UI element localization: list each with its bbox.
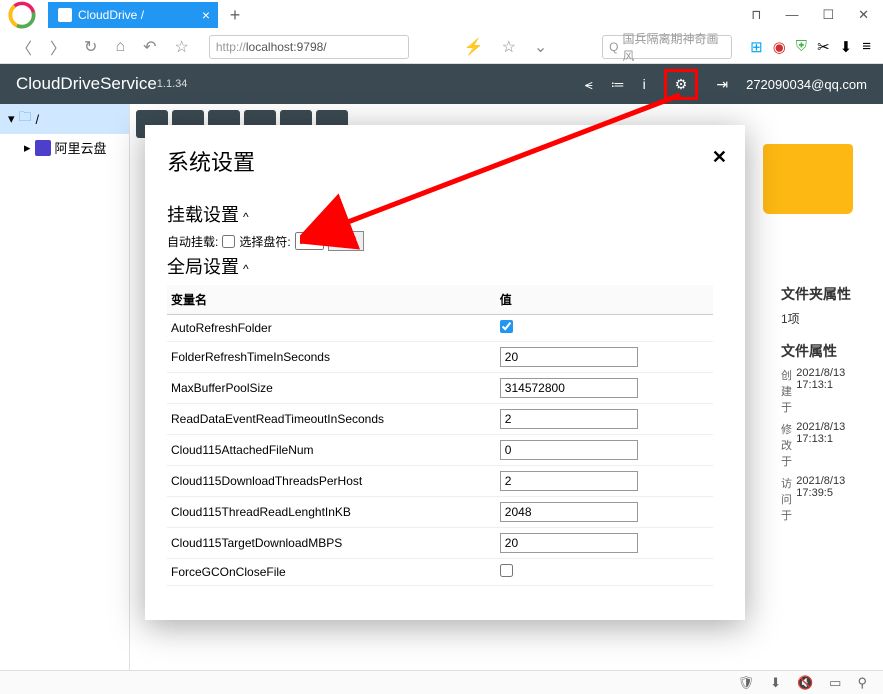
settings-row: ReadDataEventReadTimeoutInSeconds xyxy=(167,404,713,435)
reload-icon[interactable]: ↻ xyxy=(80,35,101,59)
app-version: 1.1.34 xyxy=(157,78,188,90)
settings-row: Cloud115AttachedFileNum xyxy=(167,435,713,466)
settings-row: MaxBufferPoolSize xyxy=(167,373,713,404)
setting-input[interactable] xyxy=(500,533,638,553)
taskbar: 🛡 ⬇ 🔇 ▭ ⚲ xyxy=(0,670,883,694)
settings-row: GCIntervalInMiniSeconds xyxy=(167,586,713,592)
setting-name: Cloud115DownloadThreadsPerHost xyxy=(167,466,496,497)
col-value: 值 xyxy=(496,285,713,315)
sidebar-item-drive[interactable]: ▸ 阿里云盘 xyxy=(0,134,129,161)
settings-table: 变量名 值 AutoRefreshFolderFolderRefreshTime… xyxy=(167,285,713,591)
search-input[interactable]: Q国兵隔离期神奇画风 xyxy=(602,35,732,59)
setting-input[interactable] xyxy=(500,378,638,398)
logout-icon[interactable]: ⇥ xyxy=(716,76,728,93)
drive-icon xyxy=(35,140,51,156)
chevron-right-icon: ▸ xyxy=(24,140,31,156)
settings-row: Cloud115TargetDownloadMBPS xyxy=(167,528,713,559)
sidebar-root[interactable]: ▾ 🗀 / xyxy=(0,104,129,134)
folder-props-title: 文件夹属性 xyxy=(781,284,881,304)
setting-name: MaxBufferPoolSize xyxy=(167,373,496,404)
setting-name: FolderRefreshTimeInSeconds xyxy=(167,342,496,373)
drive-letter-label: 选择盘符: xyxy=(239,233,290,250)
setting-name: Cloud115TargetDownloadMBPS xyxy=(167,528,496,559)
setting-checkbox[interactable] xyxy=(500,320,513,333)
browser-logo-icon xyxy=(8,1,36,29)
new-tab-button[interactable]: + xyxy=(222,2,248,28)
setting-name: ForceGCOnCloseFile xyxy=(167,559,496,586)
settings-row: Cloud115DownloadThreadsPerHost xyxy=(167,466,713,497)
properties-panel: 文件夹属性 1项 文件属性 创建于2021/8/13 17:13:1 修改于20… xyxy=(781,284,881,529)
setting-name: AutoRefreshFolder xyxy=(167,315,496,342)
flash-icon[interactable]: ⚡ xyxy=(460,35,488,59)
info-icon[interactable]: i xyxy=(643,76,646,92)
adblock-icon[interactable]: ◉ xyxy=(773,38,786,56)
unmount-button[interactable]: 卸载 xyxy=(328,231,364,251)
app-header: CloudDriveService1.1.34 ⪪ ≔ i ⚙ ⇥ 272090… xyxy=(0,64,883,104)
setting-name: Cloud115AttachedFileNum xyxy=(167,435,496,466)
settings-row: ForceGCOnCloseFile xyxy=(167,559,713,586)
star-icon[interactable]: ☆ xyxy=(171,35,193,59)
folder-icon: 🗀 xyxy=(19,108,32,130)
nav-back-icon[interactable]: 〈 xyxy=(12,33,36,61)
setting-checkbox[interactable] xyxy=(500,564,513,577)
folder-large-icon[interactable] xyxy=(763,144,853,214)
setting-name: Cloud115ThreadReadLenghtInKB xyxy=(167,497,496,528)
tb-download-icon[interactable]: ⬇ xyxy=(770,675,781,691)
setting-name: ReadDataEventReadTimeoutInSeconds xyxy=(167,404,496,435)
setting-input[interactable] xyxy=(500,440,638,460)
maximize-icon[interactable]: ☐ xyxy=(816,3,840,27)
col-name: 变量名 xyxy=(167,285,496,315)
close-window-icon[interactable]: ✕ xyxy=(852,3,875,27)
auto-mount-checkbox[interactable] xyxy=(222,235,235,248)
settings-row: Cloud115ThreadReadLenghtInKB xyxy=(167,497,713,528)
setting-input[interactable] xyxy=(500,409,638,429)
url-input[interactable]: http://localhost:9798/ xyxy=(209,35,409,59)
nav-forward-icon[interactable]: 〉 xyxy=(46,33,70,61)
settings-row: FolderRefreshTimeInSeconds xyxy=(167,342,713,373)
setting-input[interactable] xyxy=(500,471,638,491)
caret-up-icon: ^ xyxy=(243,262,249,276)
scissors-icon[interactable]: ✂ xyxy=(817,38,830,56)
modal-title: 系统设置 xyxy=(167,145,723,177)
tab-title: CloudDrive / xyxy=(78,8,144,22)
item-count: 1项 xyxy=(781,310,881,327)
microsoft-icon[interactable]: ⊞ xyxy=(750,38,763,56)
tab-favicon-icon xyxy=(58,8,72,22)
user-email: 272090034@qq.com xyxy=(746,77,867,92)
setting-input[interactable] xyxy=(500,502,638,522)
setting-name: GCIntervalInMiniSeconds xyxy=(167,586,496,592)
tb-zoom-icon[interactable]: ⚲ xyxy=(857,675,867,691)
sidebar: ▾ 🗀 / ▸ 阿里云盘 xyxy=(0,104,130,694)
home-icon[interactable]: ⌂ xyxy=(111,36,129,58)
bookmark-icon[interactable]: ☆ xyxy=(498,35,520,59)
dropdown-icon[interactable]: ⌄ xyxy=(530,35,551,59)
drive-letter-select[interactable]: F xyxy=(295,232,324,250)
browser-tab[interactable]: CloudDrive / × xyxy=(48,2,218,28)
undo-icon[interactable]: ↶ xyxy=(139,35,160,59)
minimize-icon[interactable]: — xyxy=(779,3,804,27)
share-icon[interactable]: ⪪ xyxy=(585,76,593,93)
section-global-title[interactable]: 全局设置^ xyxy=(167,253,713,279)
settings-row: AutoRefreshFolder xyxy=(167,315,713,342)
app-title: CloudDriveService xyxy=(16,74,157,94)
auto-mount-label: 自动挂载: xyxy=(167,233,218,250)
tb-screen-icon[interactable]: ▭ xyxy=(829,675,841,691)
caret-up-icon: ^ xyxy=(243,210,249,224)
file-props-title: 文件属性 xyxy=(781,341,881,361)
tb-shield-icon[interactable]: 🛡 xyxy=(738,675,755,691)
setting-input[interactable] xyxy=(500,347,638,367)
tab-close-icon[interactable]: × xyxy=(202,7,210,23)
chevron-down-icon: ▾ xyxy=(8,111,15,127)
tb-volume-icon[interactable]: 🔇 xyxy=(797,675,813,691)
shield-icon[interactable]: ⛨ xyxy=(796,38,807,55)
settings-modal: 系统设置 ✕ 挂载设置^ 自动挂载: 选择盘符: F 卸载 全局设置^ 变量名 … xyxy=(145,125,745,620)
pin-icon[interactable]: ⊓ xyxy=(745,3,767,27)
list-icon[interactable]: ≔ xyxy=(611,76,625,93)
download-icon[interactable]: ⬇ xyxy=(840,38,853,56)
settings-icon[interactable]: ⚙ xyxy=(664,69,699,100)
menu-icon[interactable]: ≡ xyxy=(862,38,871,55)
modal-close-button[interactable]: ✕ xyxy=(712,147,727,168)
section-mount-title[interactable]: 挂载设置^ xyxy=(167,201,713,227)
